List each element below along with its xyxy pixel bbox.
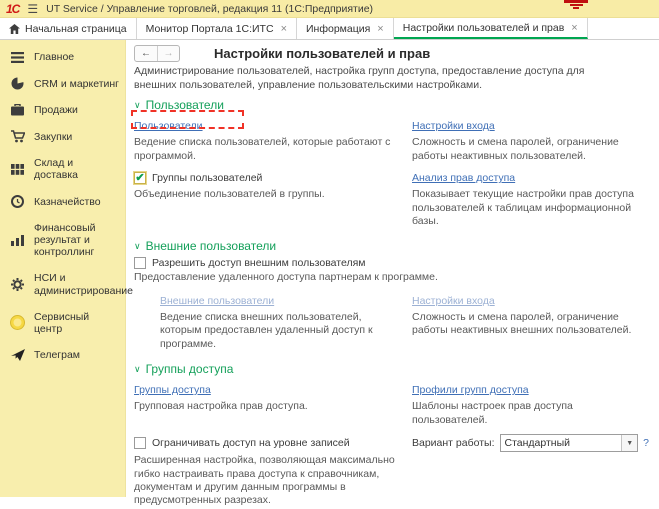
red-funnel-icon <box>563 0 589 9</box>
briefcase-icon <box>10 104 25 116</box>
tab-info-label: Информация <box>306 23 370 35</box>
section-access-groups-title: Группы доступа <box>146 362 234 376</box>
tab-user-settings-label: Настройки пользователей и прав <box>403 22 565 34</box>
tab-info[interactable]: Информация × <box>297 18 394 39</box>
section-users-title: Пользователи <box>146 98 224 112</box>
sidebar-item-label: НСИ и администрирование <box>34 272 133 296</box>
allow-external-access-checkbox-row[interactable]: Разрешить доступ внешним пользователям <box>134 257 649 269</box>
sidebar-item-warehouse[interactable]: Склад и доставка <box>0 150 125 188</box>
sidebar-item-label: Телеграм <box>34 349 80 361</box>
sidebar-item-purchases[interactable]: Закупки <box>0 123 125 150</box>
main-menu-icon[interactable]: ☰ <box>27 2 38 16</box>
login-settings-link[interactable]: Настройки входа <box>412 120 495 132</box>
access-groups-description: Групповая настройка прав доступа. <box>134 400 402 427</box>
sidebar-item-nsi-admin[interactable]: НСИ и администрирование <box>0 265 125 303</box>
sidebar-item-label: Продажи <box>34 104 78 116</box>
sidebar-item-sales[interactable]: Продажи <box>0 97 125 123</box>
sidebar-item-finance[interactable]: Финансовый результат и контроллинг <box>0 215 125 265</box>
rls-checkbox-row[interactable]: Ограничивать доступ на уровне записей <box>134 435 402 450</box>
users-link[interactable]: Пользователи <box>134 120 203 132</box>
external-users-link[interactable]: Внешние пользователи <box>160 295 274 307</box>
section-external-users: ∨ Внешние пользователи Разрешить доступ … <box>134 239 649 356</box>
1c-logo-icon: 1С <box>6 2 19 16</box>
tab-home-label: Начальная страница <box>25 23 127 35</box>
sidebar-item-label: Казначейство <box>34 196 101 208</box>
cart-icon <box>10 130 25 143</box>
external-login-settings-description: Сложность и смена паролей, ограничение р… <box>412 311 649 351</box>
forward-button[interactable]: → <box>157 46 179 61</box>
gear-icon <box>10 278 25 291</box>
grid-icon <box>10 164 25 175</box>
allow-external-access-description: Предоставление удаленного доступа партне… <box>134 271 649 284</box>
rls-description: Расширенная настройка, позволяющая макси… <box>134 454 402 508</box>
chevron-down-icon: ∨ <box>134 241 141 252</box>
work-variant-select[interactable]: Стандартный ▼ <box>500 434 639 452</box>
sidebar-item-label: Сервисный центр <box>34 311 119 335</box>
close-icon[interactable]: × <box>571 22 577 34</box>
yellow-circle-icon <box>10 315 25 330</box>
home-icon <box>9 24 20 34</box>
section-external-header[interactable]: ∨ Внешние пользователи <box>134 239 649 253</box>
sidebar-item-main[interactable]: Главное <box>0 44 125 70</box>
user-groups-checkbox-label: Группы пользователей <box>152 172 262 184</box>
allow-external-access-label: Разрешить доступ внешним пользователям <box>152 257 366 269</box>
user-groups-checkbox-row[interactable]: ✔ Группы пользователей <box>134 171 402 184</box>
external-users-description: Ведение списка внешних пользователей, ко… <box>134 311 402 351</box>
tab-user-settings[interactable]: Настройки пользователей и прав × <box>394 18 588 39</box>
work-variant-value: Стандартный <box>501 435 622 451</box>
checkbox-unchecked-icon[interactable] <box>134 257 146 269</box>
history-nav: ← → <box>134 45 180 62</box>
access-groups-link[interactable]: Группы доступа <box>134 384 211 396</box>
work-variant-label: Вариант работы: <box>412 437 495 449</box>
checkbox-checked-icon[interactable]: ✔ <box>134 172 146 184</box>
access-group-profiles-link[interactable]: Профили групп доступа <box>412 384 529 396</box>
sidebar-item-crm[interactable]: CRM и маркетинг <box>0 70 125 97</box>
chevron-down-icon[interactable]: ▼ <box>621 435 637 451</box>
sidebar-item-label: Закупки <box>34 131 72 143</box>
login-settings-description: Сложность и смена паролей, ограничение р… <box>412 136 649 163</box>
sidebar-item-label: Финансовый результат и контроллинг <box>34 222 119 258</box>
close-icon[interactable]: × <box>281 23 287 35</box>
coin-icon <box>10 195 25 208</box>
sidebar-item-treasury[interactable]: Казначейство <box>0 188 125 215</box>
access-rights-analysis-description: Показывает текущие настройки прав доступ… <box>412 188 649 228</box>
section-users: ∨ Пользователи Пользователи Настройки вх… <box>134 98 649 233</box>
section-access-groups-header[interactable]: ∨ Группы доступа <box>134 362 649 376</box>
tab-monitor-label: Монитор Портала 1С:ИТС <box>146 23 274 35</box>
section-users-header[interactable]: ∨ Пользователи <box>134 98 649 112</box>
page-description: Администрирование пользователей, настрой… <box>134 65 614 92</box>
section-access-groups: ∨ Группы доступа Группы доступа Профили … <box>134 362 649 509</box>
bar-chart-icon <box>10 235 25 246</box>
access-rights-analysis-link[interactable]: Анализ прав доступа <box>412 172 515 184</box>
chevron-down-icon: ∨ <box>134 364 141 375</box>
menu-lines-icon <box>10 52 25 63</box>
user-groups-description: Объединение пользователей в группы. <box>134 188 402 228</box>
checkbox-unchecked-icon[interactable] <box>134 437 146 449</box>
back-button[interactable]: ← <box>135 46 157 61</box>
tab-bar: Начальная страница Монитор Портала 1С:ИТ… <box>0 18 659 40</box>
sidebar-item-label: Склад и доставка <box>34 157 119 181</box>
sidebar-item-service-center[interactable]: Сервисный центр <box>0 304 125 342</box>
page-title: Настройки пользователей и прав <box>214 46 430 61</box>
window-titlebar: 1С ☰ UT Service / Управление торговлей, … <box>0 0 659 18</box>
external-login-settings-link[interactable]: Настройки входа <box>412 295 495 307</box>
users-link-description: Ведение списка пользователей, которые ра… <box>134 136 402 163</box>
tab-home[interactable]: Начальная страница <box>0 18 137 39</box>
rls-checkbox-label: Ограничивать доступ на уровне записей <box>152 437 350 449</box>
main-content: ← → Настройки пользователей и прав Админ… <box>126 40 659 509</box>
sidebar-item-label: CRM и маркетинг <box>34 78 119 90</box>
tab-monitor-portal[interactable]: Монитор Портала 1С:ИТС × <box>137 18 297 39</box>
sidebar-item-label: Главное <box>34 51 74 63</box>
window-title: UT Service / Управление торговлей, редак… <box>46 3 373 15</box>
sidebar-item-telegram[interactable]: Телеграм <box>0 342 125 368</box>
close-icon[interactable]: × <box>377 23 383 35</box>
pie-chart-icon <box>10 77 25 90</box>
section-sidebar: Главное CRM и маркетинг Продажи Закупки … <box>0 40 126 497</box>
access-group-profiles-description: Шаблоны настроек прав доступа пользовате… <box>412 400 649 427</box>
paper-plane-icon <box>10 349 25 361</box>
chevron-down-icon: ∨ <box>134 100 141 111</box>
section-external-title: Внешние пользователи <box>146 239 276 253</box>
help-icon[interactable]: ? <box>643 437 649 449</box>
